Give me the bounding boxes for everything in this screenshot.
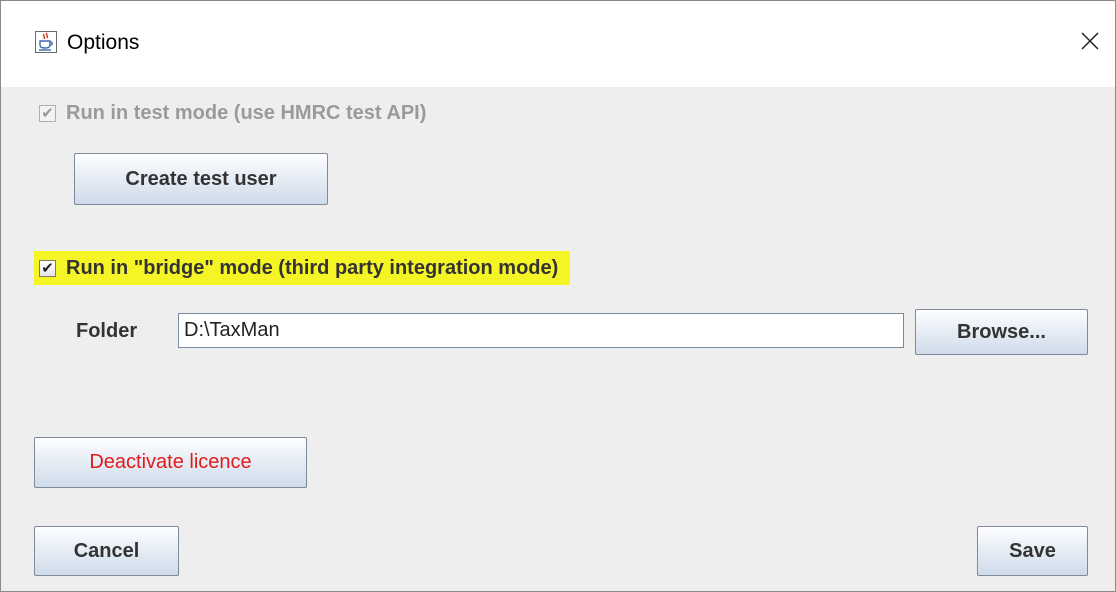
test-mode-checkbox[interactable]: ✔	[39, 105, 56, 122]
create-test-user-button[interactable]: Create test user	[74, 153, 328, 205]
folder-path-input[interactable]: D:\TaxMan	[178, 313, 904, 348]
cancel-button[interactable]: Cancel	[34, 526, 179, 576]
folder-label: Folder	[76, 320, 138, 342]
close-button[interactable]	[1073, 23, 1107, 63]
bridge-mode-label: Run in "bridge" mode (third party integr…	[66, 256, 559, 279]
title-bar[interactable]: Options	[1, 1, 1115, 87]
test-mode-checkbox-row: ✔ Run in test mode (use HMRC test API)	[39, 102, 426, 125]
close-icon	[1080, 31, 1100, 56]
window-title: Options	[67, 31, 140, 54]
bridge-mode-checkbox[interactable]: ✔	[39, 259, 56, 277]
options-dialog: Options ✔ Run in test mode (use HMRC tes…	[0, 0, 1116, 592]
dialog-content: ✔ Run in test mode (use HMRC test API) C…	[1, 87, 1115, 591]
java-cup-icon	[35, 31, 57, 53]
deactivate-licence-button[interactable]: Deactivate licence	[34, 437, 307, 488]
browse-button[interactable]: Browse...	[915, 309, 1088, 355]
bridge-mode-checkbox-row: ✔ Run in "bridge" mode (third party inte…	[34, 251, 571, 285]
save-button[interactable]: Save	[977, 526, 1088, 576]
test-mode-label: Run in test mode (use HMRC test API)	[66, 102, 427, 124]
